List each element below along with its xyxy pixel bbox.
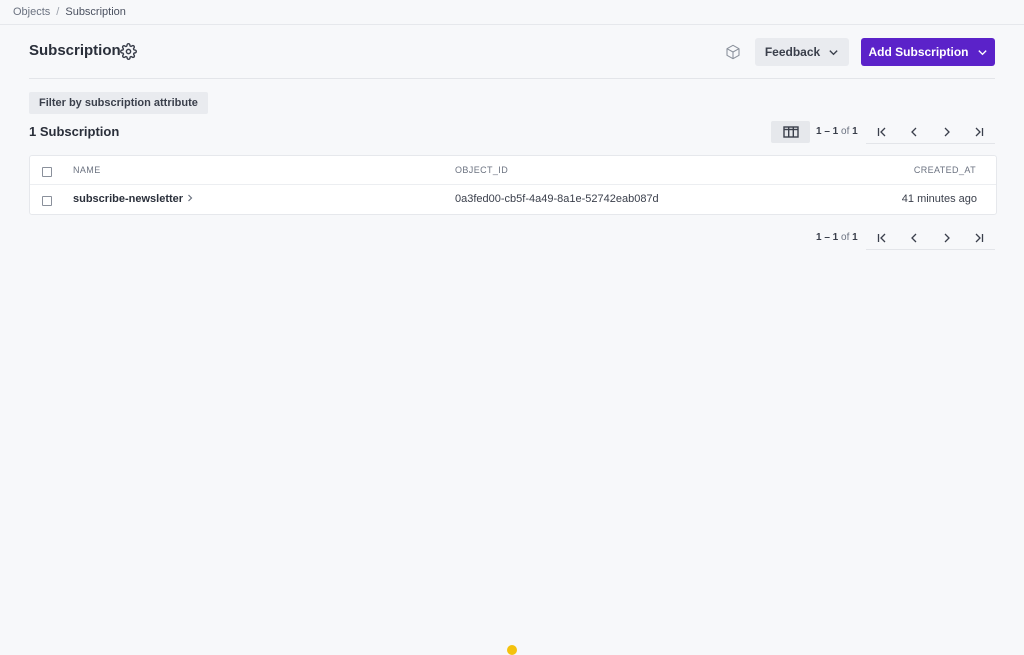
last-page-button[interactable] xyxy=(963,227,995,249)
table-header: NAME OBJECT_ID CREATED_AT xyxy=(30,156,996,185)
add-subscription-button[interactable]: Add Subscription xyxy=(861,38,995,66)
header-divider xyxy=(29,78,995,79)
pagination-info-top: 1 – 1 of 1 xyxy=(816,126,858,137)
chevron-right-icon xyxy=(944,127,950,137)
breadcrumb-separator: / xyxy=(56,6,60,18)
breadcrumb-objects-link[interactable]: Objects xyxy=(13,6,50,18)
last-page-icon xyxy=(975,233,984,243)
chevron-left-icon xyxy=(911,233,917,243)
row-name-link[interactable]: subscribe-newsletter xyxy=(73,193,194,205)
chevron-left-icon xyxy=(911,127,917,137)
prev-page-button[interactable] xyxy=(898,227,930,249)
page-header: Subscription Feedback Add Subscription xyxy=(29,38,995,66)
pagination-controls-bottom xyxy=(866,227,995,250)
pagination-info-bottom: 1 – 1 of 1 xyxy=(816,232,858,243)
feedback-label: Feedback xyxy=(764,45,821,59)
chevron-right-icon xyxy=(188,194,193,202)
row-created-at: 41 minutes ago xyxy=(901,193,977,205)
last-page-button[interactable] xyxy=(963,121,995,143)
last-page-icon xyxy=(975,127,984,137)
cube-icon[interactable] xyxy=(725,44,741,60)
chevron-down-icon xyxy=(977,49,987,55)
column-header-object-id[interactable]: OBJECT_ID xyxy=(455,165,508,175)
column-header-name[interactable]: NAME xyxy=(73,165,101,175)
chevron-right-icon xyxy=(944,233,950,243)
row-checkbox[interactable] xyxy=(42,196,52,206)
gear-icon[interactable] xyxy=(120,43,137,60)
first-page-icon xyxy=(877,127,886,137)
pagination-total: 1 xyxy=(852,126,858,137)
subscription-table: NAME OBJECT_ID CREATED_AT subscribe-news… xyxy=(29,155,997,215)
column-header-created-at[interactable]: CREATED_AT xyxy=(914,165,976,175)
filter-button[interactable]: Filter by subscription attribute xyxy=(29,92,208,114)
pagination-controls-top xyxy=(866,121,995,144)
table-row[interactable]: subscribe-newsletter 0a3fed00-cb5f-4a49-… xyxy=(30,185,996,214)
pagination-range: 1 – 1 xyxy=(816,126,839,137)
prev-page-button[interactable] xyxy=(898,121,930,143)
page-title: Subscription xyxy=(29,42,121,59)
row-object-id: 0a3fed00-cb5f-4a49-8a1e-52742eab087d xyxy=(455,193,659,205)
column-settings-button[interactable] xyxy=(771,121,810,143)
status-indicator xyxy=(507,645,517,655)
columns-icon xyxy=(782,126,799,138)
chevron-down-icon xyxy=(829,49,838,55)
add-subscription-label: Add Subscription xyxy=(868,45,969,59)
pagination-of: of xyxy=(841,126,850,137)
feedback-button[interactable]: Feedback xyxy=(755,38,849,66)
first-page-button[interactable] xyxy=(866,227,898,249)
select-all-checkbox[interactable] xyxy=(42,167,52,177)
first-page-button[interactable] xyxy=(866,121,898,143)
first-page-icon xyxy=(877,233,886,243)
pagination-total: 1 xyxy=(852,232,858,243)
breadcrumb: Objects / Subscription xyxy=(13,6,126,18)
next-page-button[interactable] xyxy=(931,121,963,143)
top-divider xyxy=(0,24,1024,25)
pagination-range: 1 – 1 xyxy=(816,232,839,243)
pagination-of: of xyxy=(841,232,850,243)
row-name: subscribe-newsletter xyxy=(73,193,184,205)
breadcrumb-current: Subscription xyxy=(65,6,126,18)
result-count: 1 Subscription xyxy=(29,124,120,139)
next-page-button[interactable] xyxy=(931,227,963,249)
